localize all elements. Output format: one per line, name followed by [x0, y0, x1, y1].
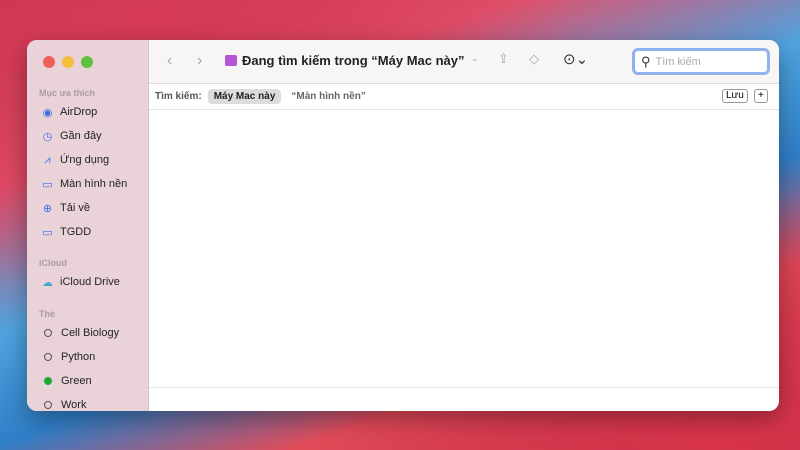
- window-title: Đang tìm kiếm trong “Máy Mac này”: [242, 53, 465, 68]
- cloud-icon: ☁: [42, 276, 53, 289]
- sidebar-tag-green[interactable]: Green: [41, 373, 92, 389]
- sidebar-item-airdrop[interactable]: ◉ AirDrop: [41, 104, 98, 120]
- search-input[interactable]: ⚲ Tìm kiếm: [632, 48, 770, 75]
- tag-dot-icon: [44, 329, 52, 337]
- chevron-down-icon[interactable]: ⌄: [471, 53, 479, 64]
- search-scope-bar: Tìm kiếm: Máy Mac này “Màn hình nền” Lưu…: [149, 84, 779, 110]
- more-actions-icon[interactable]: ⊙⌄: [563, 50, 588, 68]
- forward-button[interactable]: ›: [197, 52, 202, 70]
- search-icon: ⚲: [641, 53, 651, 69]
- desktop-icon: ▭: [42, 178, 53, 191]
- back-button[interactable]: ‹: [167, 52, 172, 70]
- tag-dot-icon: [44, 401, 52, 409]
- tag-dot-icon: [44, 377, 52, 385]
- sidebar-tag-python[interactable]: Python: [41, 349, 95, 365]
- finder-window: Mục ưa thích ◉ AirDrop ◷ Gần đây ⩘ Ứng dụng…: [27, 40, 779, 411]
- icloud-header: iCloud: [39, 258, 67, 268]
- clock-icon: ◷: [42, 130, 53, 143]
- apps-icon: ⩘: [44, 153, 51, 166]
- status-bar: [149, 387, 779, 388]
- smart-folder-icon: [225, 55, 237, 66]
- sidebar-tag-cell-biology[interactable]: Cell Biology: [41, 325, 119, 341]
- folder-icon: ▭: [42, 226, 53, 239]
- download-icon: ⊕: [42, 202, 53, 215]
- scope-this-mac[interactable]: Máy Mac này: [207, 89, 282, 104]
- close-button[interactable]: [43, 56, 55, 68]
- sidebar-item-downloads[interactable]: ⊕ Tải về: [41, 200, 90, 216]
- share-icon[interactable]: ⇪: [498, 51, 509, 67]
- save-button[interactable]: Lưu: [722, 89, 748, 103]
- tag-dot-icon: [44, 353, 52, 361]
- toolbar: ‹ › Đang tìm kiếm trong “Máy Mac này” ⌄ …: [149, 40, 779, 84]
- sidebar-item-icloud-drive[interactable]: ☁ iCloud Drive: [41, 274, 120, 290]
- add-criteria-button[interactable]: +: [754, 89, 768, 103]
- tag-icon[interactable]: ◇: [529, 51, 539, 67]
- sidebar-item-tgdd[interactable]: ▭ TGDD: [41, 224, 91, 240]
- favorites-header: Mục ưa thích: [39, 88, 96, 98]
- sidebar-tag-work[interactable]: Work: [41, 397, 86, 411]
- minimize-button[interactable]: [62, 56, 74, 68]
- zoom-button[interactable]: [81, 56, 93, 68]
- sidebar: Mục ưa thích ◉ AirDrop ◷ Gần đây ⩘ Ứng dụng…: [27, 40, 149, 411]
- sidebar-item-desktop[interactable]: ▭ Màn hình nền: [41, 176, 127, 192]
- sidebar-item-recents[interactable]: ◷ Gần đây: [41, 128, 102, 144]
- sidebar-item-applications[interactable]: ⩘ Ứng dụng: [41, 152, 109, 168]
- tags-header: Thẻ: [39, 309, 56, 319]
- scope-desktop[interactable]: “Màn hình nền”: [291, 91, 365, 102]
- airdrop-icon: ◉: [42, 106, 53, 119]
